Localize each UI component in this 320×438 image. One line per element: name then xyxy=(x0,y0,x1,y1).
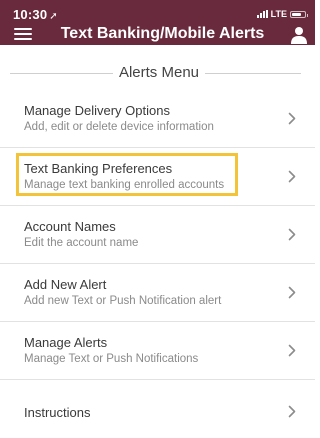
heading-divider-right xyxy=(205,73,301,74)
heading-divider-left xyxy=(10,73,113,74)
menu-item-manage-delivery-options[interactable]: Manage Delivery Options Add, edit or del… xyxy=(0,90,315,148)
page-title: Text Banking/Mobile Alerts xyxy=(60,25,265,42)
menu-item-label: Add New Alert xyxy=(24,277,107,292)
network-type-label: LTE xyxy=(270,9,287,19)
chevron-right-icon xyxy=(288,228,296,241)
chevron-right-icon xyxy=(288,344,296,357)
status-time: 10:30 ➚ xyxy=(13,7,58,22)
menu-item-label: Manage Alerts xyxy=(24,335,108,350)
menu-item-description: Add new Text or Push Notification alert xyxy=(24,295,222,307)
chevron-right-icon xyxy=(288,170,296,183)
menu-item-description: Add, edit or delete device information xyxy=(24,121,214,133)
menu-item-manage-alerts[interactable]: Manage Alerts Manage Text or Push Notifi… xyxy=(0,322,315,380)
menu-item-account-names[interactable]: Account Names Edit the account name xyxy=(0,206,315,264)
menu-item-label: Account Names xyxy=(24,219,116,234)
profile-icon[interactable] xyxy=(290,26,308,44)
chevron-right-icon xyxy=(288,286,296,299)
location-arrow-icon: ➚ xyxy=(49,11,58,22)
status-indicators: LTE xyxy=(256,9,308,19)
alerts-menu-heading: Alerts Menu xyxy=(0,64,315,82)
app-header: 10:30 ➚ LTE Text Banking/Mobile Alerts xyxy=(0,0,315,45)
highlight-box xyxy=(16,153,238,196)
menu-item-add-new-alert[interactable]: Add New Alert Add new Text or Push Notif… xyxy=(0,264,315,322)
alerts-menu-list: Manage Delivery Options Add, edit or del… xyxy=(0,90,315,438)
menu-item-description: Manage Text or Push Notifications xyxy=(24,353,199,365)
chevron-right-icon xyxy=(288,405,296,418)
signal-strength-icon xyxy=(256,10,268,18)
status-time-text: 10:30 xyxy=(13,7,48,22)
menu-title: Alerts Menu xyxy=(118,64,200,81)
menu-item-description: Edit the account name xyxy=(24,237,139,249)
menu-item-instructions[interactable]: Instructions xyxy=(0,380,315,438)
chevron-right-icon xyxy=(288,112,296,125)
menu-item-label: Manage Delivery Options xyxy=(24,103,170,118)
battery-icon xyxy=(290,10,308,18)
